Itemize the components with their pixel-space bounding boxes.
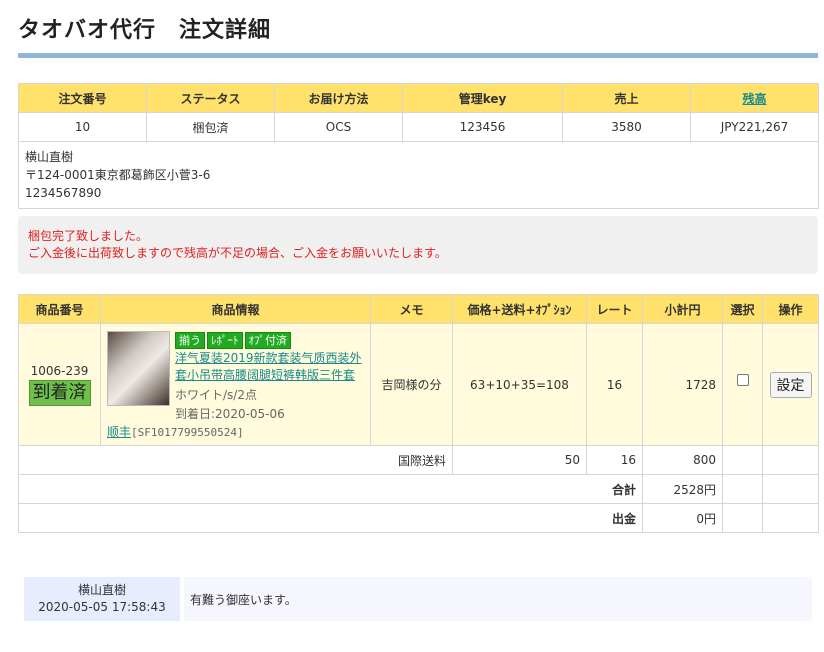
header-action: 操作 (762, 294, 819, 324)
order-status: 梱包済 (146, 112, 275, 142)
courier-info: 顺丰[SF1017799550524] (107, 424, 244, 441)
items-header-row: 商品番号 商品情報 メモ 価格+送料+ｵﾌﾟｼｮﾝ レート 小計円 選択 操作 (18, 294, 819, 324)
rate-cell: 16 (586, 323, 643, 446)
total-label: 合計 (18, 474, 643, 504)
header-subtotal: 小計円 (642, 294, 723, 324)
settings-button[interactable]: 設定 (769, 371, 812, 398)
recipient-phone: 1234567890 (25, 186, 102, 200)
header-status: ステータス (146, 83, 275, 113)
notice-line-2: ご入金後に出荷致しますので残高が不足の場合、ご入金をお願いいたします。 (28, 246, 447, 260)
total-select-empty (722, 474, 763, 504)
shipping-price: 50 (452, 445, 587, 475)
product-spec: ホワイト/s/2点 (175, 387, 257, 402)
header-balance: 残高 (690, 83, 819, 113)
order-summary-table: 注文番号 ステータス お届け方法 管理key 売上 残高 10 梱包済 OCS … (18, 83, 819, 209)
summary-header-row: 注文番号 ステータス お届け方法 管理key 売上 残高 (18, 83, 819, 113)
payout-value: 0円 (642, 503, 723, 533)
shipping-label: 国際送料 (18, 445, 453, 475)
product-tags: 揃う ﾚﾎﾟｰﾄ ｵﾌﾟ付済 (175, 331, 293, 349)
table-row: 1006-239 到着済 揃う ﾚﾎﾟｰﾄ ｵﾌﾟ付済 洋气夏装2019新款套装气质… (18, 323, 819, 446)
product-number: 1006-239 (30, 363, 89, 378)
message-body: 有難う御座います。 (184, 577, 812, 621)
shipping-row: 国際送料 50 16 800 (18, 445, 819, 475)
header-sales: 売上 (562, 83, 691, 113)
header-product-info: 商品情報 (100, 294, 371, 324)
shipping-action-empty (762, 445, 819, 475)
message-author-box: 横山直樹 2020-05-05 17:58:43 (24, 577, 180, 621)
product-thumbnail[interactable] (107, 330, 170, 406)
delivery-method: OCS (274, 112, 403, 142)
product-name-link[interactable]: 洋气夏装2019新款套装气质西装外套小吊带高腰阔腿短裤韩版三件套 (175, 350, 371, 384)
tag-option-paid: ｵﾌﾟ付済 (244, 331, 291, 349)
payout-action-empty (762, 503, 819, 533)
title-divider (18, 53, 818, 58)
total-action-empty (762, 474, 819, 504)
subtotal-cell: 1728 (642, 323, 723, 446)
shipping-rate: 16 (586, 445, 643, 475)
notice-box: 梱包完了致しました。 ご入金後に出荷致しますので残高が不足の場合、ご入金をお願い… (18, 216, 818, 274)
tag-complete: 揃う (175, 331, 205, 349)
header-rate: レート (586, 294, 643, 324)
balance-link[interactable]: 残高 (742, 92, 766, 106)
shipping-address: 横山直樹 〒124-0001東京都葛飾区小菅3-6 1234567890 (18, 141, 819, 209)
address-row: 横山直樹 〒124-0001東京都葛飾区小菅3-6 1234567890 (18, 141, 819, 209)
recipient-name: 横山直樹 (25, 150, 74, 164)
message-timestamp: 2020-05-05 17:58:43 (38, 600, 166, 614)
header-order-number: 注文番号 (18, 83, 147, 113)
page: タオバオ代行 注文詳細 注文番号 ステータス お届け方法 管理key 売上 残高… (0, 0, 824, 652)
page-title: タオバオ代行 注文詳細 (18, 18, 272, 43)
header-price: 価格+送料+ｵﾌﾟｼｮﾝ (452, 294, 587, 324)
product-number-cell: 1006-239 到着済 (18, 323, 101, 446)
header-product-number: 商品番号 (18, 294, 101, 324)
items-table: 商品番号 商品情報 メモ 価格+送料+ｵﾌﾟｼｮﾝ レート 小計円 選択 操作 … (18, 294, 819, 533)
action-cell: 設定 (762, 323, 819, 446)
arrival-date: 到着日:2020-05-06 (175, 406, 285, 421)
shipping-select-empty (722, 445, 763, 475)
header-management-key: 管理key (402, 83, 563, 113)
total-row: 合計 2528円 (18, 474, 819, 504)
postal-address: 〒124-0001東京都葛飾区小菅3-6 (25, 168, 211, 182)
select-checkbox[interactable] (736, 374, 749, 386)
payout-row: 出金 0円 (18, 503, 819, 533)
select-cell (722, 323, 763, 446)
payout-label: 出金 (18, 503, 643, 533)
courier-link[interactable]: 顺丰 (107, 425, 131, 439)
total-value: 2528円 (642, 474, 723, 504)
header-delivery-method: お届け方法 (274, 83, 403, 113)
payout-select-empty (722, 503, 763, 533)
header-memo: メモ (370, 294, 453, 324)
summary-value-row: 10 梱包済 OCS 123456 3580 JPY221,267 (18, 112, 819, 142)
sales-amount: 3580 (562, 112, 691, 142)
header-select: 選択 (722, 294, 763, 324)
order-number: 10 (18, 112, 147, 142)
memo-cell: 吉岡様の分 (370, 323, 453, 446)
tracking-number: [SF1017799550524] (131, 425, 244, 439)
balance-amount: JPY221,267 (690, 112, 819, 142)
price-cell: 63+10+35=108 (452, 323, 587, 446)
status-badge: 到着済 (28, 379, 91, 406)
management-key: 123456 (402, 112, 563, 142)
tag-report: ﾚﾎﾟｰﾄ (207, 331, 243, 349)
shipping-subtotal: 800 (642, 445, 723, 475)
message-author: 横山直樹 (77, 583, 126, 597)
notice-line-1: 梱包完了致しました。 (28, 229, 149, 243)
product-info-cell: 揃う ﾚﾎﾟｰﾄ ｵﾌﾟ付済 洋气夏装2019新款套装气质西装外套小吊带高腰阔腿短裤… (100, 323, 371, 446)
